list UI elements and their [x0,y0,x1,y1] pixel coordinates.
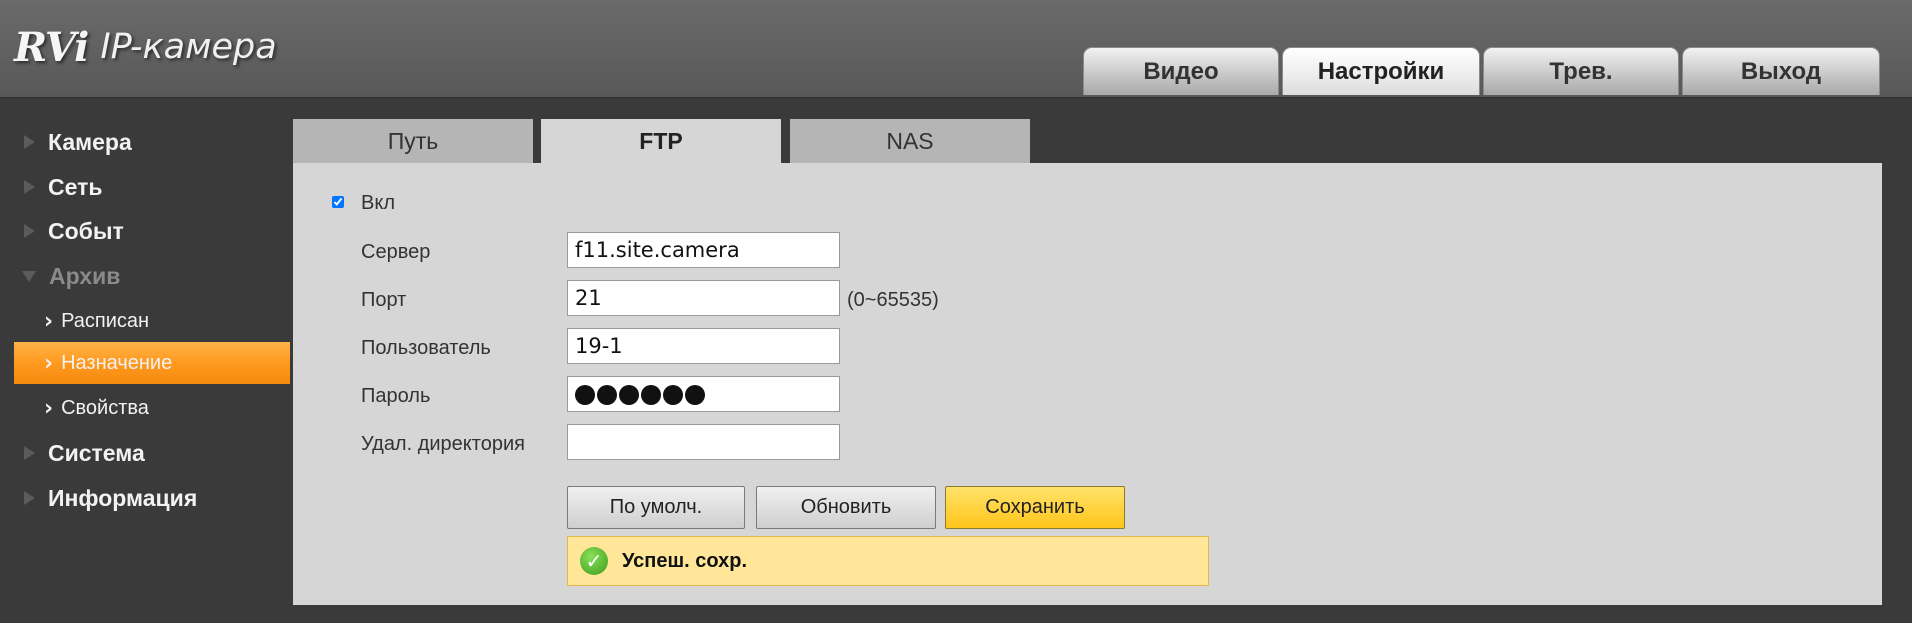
sidebar-item-label: Информация [48,484,198,511]
sidebar-item-label: Сеть [48,173,103,200]
server-input[interactable] [567,232,840,268]
enable-label: Вкл [361,191,395,214]
sidebar-item-label: Система [48,439,145,466]
save-button[interactable]: Сохранить [945,486,1125,529]
sidebar-item-archive[interactable]: Архив [0,256,290,296]
password-input[interactable] [567,376,840,412]
enable-checkbox[interactable] [332,196,344,208]
server-label: Сервер [361,240,431,263]
triangle-right-icon [24,491,35,505]
sidebar-item-label: Событ [48,217,124,244]
status-message-text: Успеш. сохр. [622,549,748,572]
triangle-right-icon [24,446,35,460]
tab-alarm[interactable]: Трев. [1483,47,1679,95]
remote-dir-input[interactable] [567,424,840,460]
sidebar-subitem-label: Назначение [61,351,173,374]
sidebar-item-system[interactable]: Система [0,433,290,473]
tab-logout[interactable]: Выход [1682,47,1880,95]
sidebar-item-camera[interactable]: Камера [0,122,290,162]
sidebar-item-label: Архив [49,262,121,289]
sidebar-subitem-label: Свойства [61,396,149,419]
port-label: Порт [361,288,407,311]
triangle-down-icon [22,270,36,282]
sidebar-subitem-destination[interactable]: › Назначение [14,342,290,384]
brand-logo: RVi IP-камера [14,22,277,72]
subtab-ftp[interactable]: FTP [541,119,781,163]
chevron-right-icon: › [44,308,54,334]
port-range-hint: (0~65535) [847,288,939,311]
status-message: ✓ Успеш. сохр. [567,536,1209,586]
port-input[interactable] [567,280,840,316]
tab-settings[interactable]: Настройки [1282,47,1480,95]
tab-video[interactable]: Видео [1083,47,1279,95]
subtab-path[interactable]: Путь [293,119,533,163]
default-button[interactable]: По умолч. [567,486,745,529]
sidebar-subitem-label: Расписан [61,309,150,332]
remote-dir-label: Удал. директория [361,432,525,455]
user-input[interactable] [567,328,840,364]
sidebar-subitem-properties[interactable]: › Свойства [14,387,290,429]
chevron-right-icon: › [44,350,54,376]
check-circle-icon: ✓ [580,547,608,575]
sidebar-subitem-schedule[interactable]: › Расписан [14,300,290,342]
logo-text: IP-камера [100,27,277,67]
refresh-button[interactable]: Обновить [756,486,936,529]
triangle-right-icon [24,224,35,238]
triangle-right-icon [24,180,35,194]
password-label: Пароль [361,384,431,407]
sidebar-item-label: Камера [48,128,132,155]
logo-mark: RVi [14,23,89,71]
sidebar-item-info[interactable]: Информация [0,478,290,518]
sidebar-item-event[interactable]: Событ [0,211,290,251]
subtab-nas[interactable]: NAS [790,119,1030,163]
sidebar-item-network[interactable]: Сеть [0,167,290,207]
chevron-right-icon: › [44,395,54,421]
top-header: RVi IP-камера Видео Настройки Трев. Выхо… [0,0,1912,98]
user-label: Пользователь [361,336,491,359]
triangle-right-icon [24,135,35,149]
